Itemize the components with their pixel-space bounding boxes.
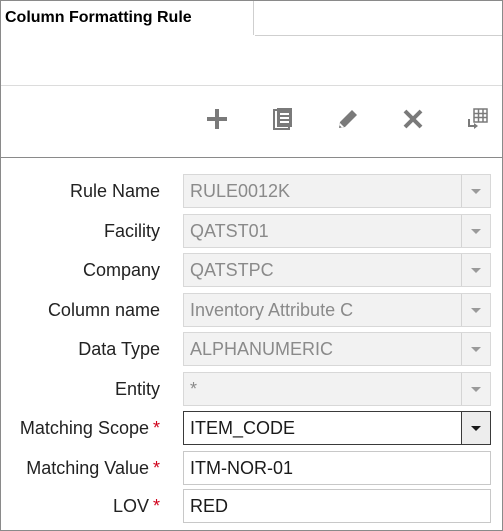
field-value: ALPHANUMERIC <box>190 339 334 359</box>
form-row-data-type: Data Type ALPHANUMERIC <box>1 332 502 366</box>
field-value: ITM-NOR-01 <box>190 458 293 478</box>
form-row-company: Company QATSTPC <box>1 253 502 287</box>
matching-value-input[interactable]: ITM-NOR-01 <box>183 451 491 485</box>
dropdown-button[interactable] <box>461 412 490 444</box>
form-row-facility: Facility QATST01 <box>1 214 502 248</box>
required-marker: * <box>152 418 160 438</box>
field-label: Matching Value * <box>26 458 160 478</box>
plus-icon <box>207 109 227 129</box>
chevron-down-icon <box>471 307 481 313</box>
delete-button[interactable] <box>400 106 426 132</box>
copy-button[interactable] <box>270 106 296 132</box>
field-value: Inventory Attribute C <box>190 300 354 320</box>
form-row-matching-scope: Matching Scope * ITEM_CODE <box>1 411 502 445</box>
form-row-lov: LOV * RED <box>1 489 502 523</box>
rule-name-select[interactable]: RULE0012K <box>183 174 491 208</box>
chevron-down-icon <box>471 267 481 273</box>
form-row-matching-value: Matching Value * ITM-NOR-01 <box>1 451 502 485</box>
required-marker: * <box>152 458 160 478</box>
field-label: Data Type <box>78 339 160 359</box>
dropdown-button[interactable] <box>461 215 490 247</box>
dropdown-button[interactable] <box>461 333 490 365</box>
tab-bar-empty <box>255 1 502 36</box>
rule-form: Rule Name RULE0012K Facility QATST01 Com… <box>1 158 502 530</box>
export-button[interactable] <box>464 106 490 132</box>
dropdown-button[interactable] <box>461 175 490 207</box>
column-formatting-rule-window: Column Formatting Rule Rule Name RULE001… <box>0 0 503 531</box>
copy-icon <box>273 108 292 130</box>
field-label: Entity <box>114 379 160 399</box>
entity-select[interactable]: * <box>183 372 491 406</box>
form-row-entity: Entity * <box>1 372 502 406</box>
form-row-rule-name: Rule Name RULE0012K <box>1 174 502 208</box>
chevron-down-icon <box>471 188 481 194</box>
dropdown-button[interactable] <box>461 294 490 326</box>
dropdown-button[interactable] <box>461 254 490 286</box>
field-label: Facility <box>103 221 160 241</box>
company-select[interactable]: QATSTPC <box>183 253 491 287</box>
tab-column-formatting-rule[interactable]: Column Formatting Rule <box>1 1 254 35</box>
add-button[interactable] <box>204 106 230 132</box>
form-row-column-name: Column name Inventory Attribute C <box>1 293 502 327</box>
required-marker: * <box>152 496 160 516</box>
facility-select[interactable]: QATST01 <box>183 214 491 248</box>
field-label: Rule Name <box>69 181 160 201</box>
chevron-down-icon <box>471 386 481 392</box>
chevron-down-icon <box>471 346 481 352</box>
chevron-down-icon <box>471 228 481 234</box>
pencil-icon <box>339 110 357 128</box>
field-value: ITEM_CODE <box>190 418 296 438</box>
field-label: Company <box>82 260 160 280</box>
field-value: RULE0012K <box>190 181 291 201</box>
column-name-select[interactable]: Inventory Attribute C <box>183 293 491 327</box>
window-title: Column Formatting Rule <box>5 9 192 26</box>
field-value: * <box>190 379 198 399</box>
edit-button[interactable] <box>335 106 361 132</box>
data-type-select[interactable]: ALPHANUMERIC <box>183 332 491 366</box>
field-label: Column name <box>47 300 160 320</box>
field-value: RED <box>190 496 229 516</box>
chevron-down-icon <box>471 425 481 431</box>
x-icon <box>403 109 423 129</box>
field-value: QATSTPC <box>190 260 274 280</box>
lov-input[interactable]: RED <box>183 489 491 523</box>
matching-scope-select[interactable]: ITEM_CODE <box>183 411 491 445</box>
tab-bar: Column Formatting Rule <box>1 1 502 36</box>
toolbar <box>1 86 502 156</box>
field-label: Matching Scope * <box>19 418 160 438</box>
table-export-icon <box>468 108 488 129</box>
field-label: LOV * <box>112 496 160 516</box>
dropdown-button[interactable] <box>461 373 490 405</box>
field-value: QATST01 <box>190 221 269 241</box>
